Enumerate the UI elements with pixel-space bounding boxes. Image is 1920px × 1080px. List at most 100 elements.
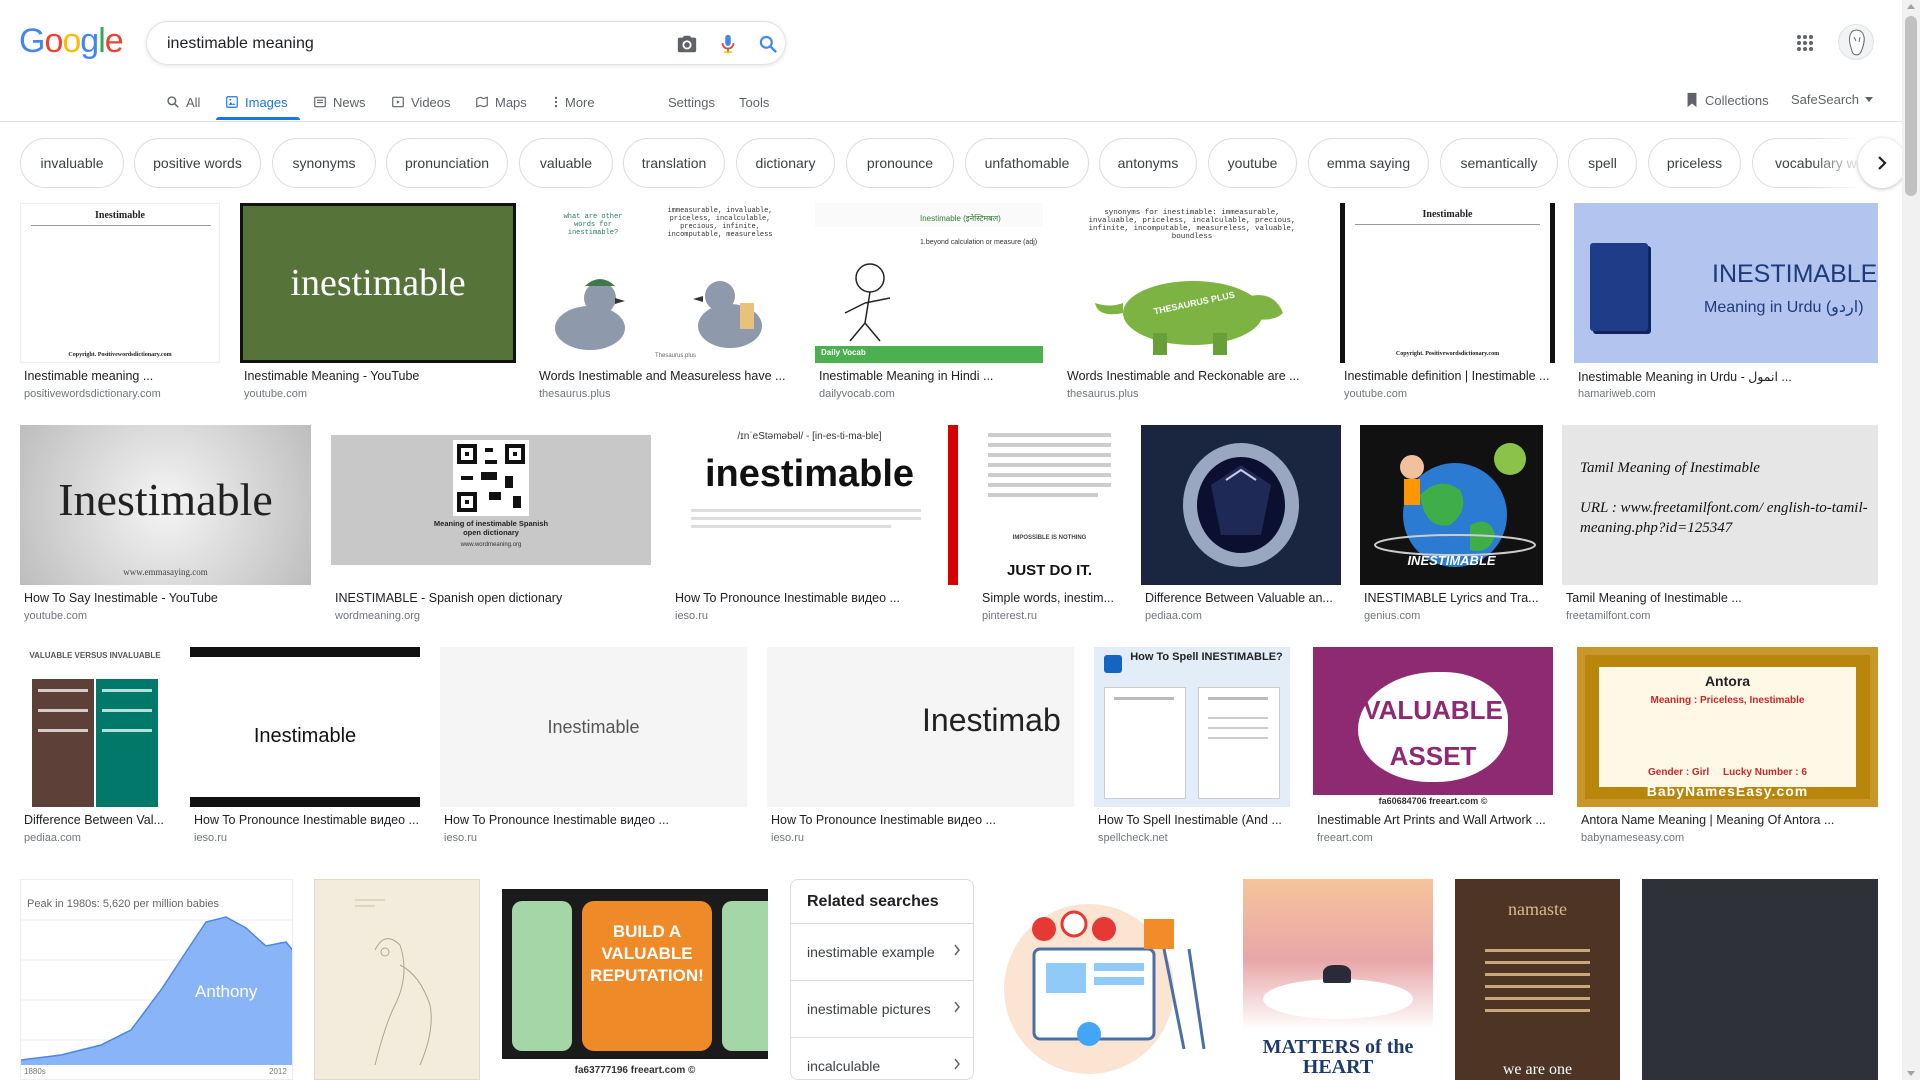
related-search-item[interactable]: inestimable example — [791, 923, 973, 979]
related-search-item[interactable]: inestimable pictures — [791, 980, 973, 1036]
tab-all[interactable]: All — [166, 92, 200, 112]
result-thumbnail: Inestimab — [767, 647, 1074, 807]
image-result[interactable]: Antora Meaning : Priceless, Inestimable … — [1577, 647, 1878, 847]
search-tabs: All Images News Videos Maps More Setting… — [0, 82, 1920, 122]
chip[interactable]: spell — [1568, 138, 1637, 188]
qr-code — [453, 440, 529, 516]
image-result[interactable]: synonyms for inestimable: immeasurable, … — [1063, 203, 1321, 403]
chip[interactable]: emma saying — [1308, 138, 1429, 188]
scroll-up-arrow-icon[interactable] — [1907, 4, 1915, 9]
chip[interactable]: positive words — [134, 138, 261, 188]
sketch-illustration — [355, 899, 432, 1066]
chips-next-button[interactable] — [1858, 138, 1906, 188]
thumb-text: immeasurable, invaluable, priceless, inc… — [667, 207, 773, 239]
image-result[interactable]: INESTIMABLE Meaning in Urdu (اردو) Inest… — [1574, 203, 1878, 403]
result-title: Inestimable Meaning in Hindi ... — [819, 369, 994, 383]
tab-maps[interactable]: Maps — [475, 92, 527, 112]
image-result[interactable] — [1642, 879, 1878, 1080]
chip[interactable]: invaluable — [20, 138, 124, 188]
mic-icon[interactable] — [716, 32, 740, 56]
chip[interactable]: dictionary — [736, 138, 835, 188]
camera-icon[interactable] — [675, 32, 699, 56]
result-thumbnail: Inestimable Copyright. Positivewordsdict… — [1340, 203, 1555, 363]
thumb-text: Inestimable — [1422, 209, 1473, 220]
image-result[interactable]: VALUABLE VERSUS INVALUABLE Difference Be… — [20, 647, 170, 847]
image-result[interactable]: /ɪnˈeStəməbəl/ - [in-es-ti-ma-ble] inest… — [671, 425, 958, 625]
result-source: ieso.ru — [771, 832, 805, 844]
result-title: How To Say Inestimable - YouTube — [24, 591, 218, 605]
chip[interactable]: translation — [623, 138, 725, 188]
result-thumbnail — [1141, 425, 1341, 585]
thumb-text: Peak in 1980s: 5,620 per million babies — [27, 898, 220, 910]
image-result[interactable]: INESTIMABLE INESTIMABLE Lyrics and Tra..… — [1360, 425, 1543, 625]
chip[interactable]: pronunciation — [386, 138, 508, 188]
image-result[interactable] — [994, 879, 1222, 1080]
result-source: positivewordsdictionary.com — [24, 388, 161, 400]
google-logo[interactable]: Google — [19, 22, 124, 61]
chip[interactable]: valuable — [519, 138, 613, 188]
tab-images[interactable]: Images — [225, 92, 288, 112]
sapphire-ring-illustration — [1183, 443, 1299, 567]
result-thumbnail — [314, 879, 480, 1080]
image-result[interactable]: Inestimable (इनेस्टिमबल) 1.beyond calcul… — [815, 203, 1043, 403]
tab-more[interactable]: More — [553, 92, 595, 112]
image-result[interactable]: Inestimable How To Pronounce Inestimable… — [190, 647, 420, 847]
image-result[interactable]: Inestimable How To Pronounce Inestimable… — [440, 647, 747, 847]
image-result[interactable]: Meaning of inestimable Spanish open dict… — [331, 425, 651, 625]
result-thumbnail: Meaning of inestimable Spanish open dict… — [331, 425, 651, 585]
search-icon[interactable] — [756, 32, 780, 56]
result-title: Inestimable Meaning - YouTube — [244, 369, 420, 383]
chip[interactable]: antonyms — [1099, 138, 1197, 188]
image-result[interactable]: Tamil Meaning of Inestimable URL : www.f… — [1562, 425, 1878, 625]
logo-letter: G — [19, 22, 45, 60]
scrollbar-thumb[interactable] — [1905, 16, 1917, 196]
image-result[interactable]: Difference Between Valuable an... pediaa… — [1141, 425, 1341, 625]
chip[interactable]: semantically — [1440, 138, 1558, 188]
search-input[interactable] — [167, 32, 637, 56]
caret-down-icon — [1864, 96, 1873, 102]
image-result[interactable]: inestimable Inestimable Meaning - YouTub… — [240, 203, 516, 403]
image-result[interactable]: Inestimable www.emmasaying.com How To Sa… — [20, 425, 311, 625]
related-search-item[interactable]: incalculable — [791, 1037, 973, 1079]
image-result[interactable]: MATTERS of the HEART — [1243, 879, 1433, 1080]
active-tab-indicator — [216, 117, 300, 120]
scroll-down-arrow-icon[interactable] — [1907, 1071, 1915, 1076]
avatar[interactable] — [1838, 24, 1874, 60]
image-result[interactable]: IMPOSSIBLE IS NOTHING JUST DO IT. Simple… — [978, 425, 1121, 625]
chip[interactable]: priceless — [1648, 138, 1741, 188]
image-result[interactable]: Inestimable Copyright. Positivewordsdict… — [1340, 203, 1555, 403]
chip[interactable]: youtube — [1208, 138, 1297, 188]
tab-videos[interactable]: Videos — [391, 92, 451, 112]
thumb-text: 1.beyond calculation or measure (adj) — [920, 239, 1038, 246]
image-result[interactable]: what are other words for inestimable? im… — [535, 203, 795, 403]
chip[interactable]: pronounce — [846, 138, 954, 188]
collections-label: Collections — [1705, 92, 1769, 108]
tools-link[interactable]: Tools — [739, 92, 769, 112]
result-thumbnail: MATTERS of the HEART — [1243, 879, 1433, 1080]
thumb-text: Gender : Girl Lucky Number : 6 — [1648, 767, 1807, 778]
image-result[interactable] — [314, 879, 480, 1080]
chip[interactable]: unfathomable — [965, 138, 1089, 188]
safesearch-dropdown[interactable]: SafeSearch — [1791, 92, 1873, 107]
chip[interactable]: synonyms — [272, 138, 376, 188]
image-result[interactable]: How To Spell INESTIMABLE? How To Spell I… — [1094, 647, 1290, 847]
result-title: How To Pronounce Inestimable видео ... — [675, 591, 900, 605]
image-result[interactable]: Inestimab How To Pronounce Inestimable в… — [767, 647, 1074, 847]
image-result[interactable]: namaste we are one — [1455, 879, 1620, 1080]
collections-link[interactable]: Collections — [1685, 92, 1769, 108]
image-result[interactable]: BUILD A VALUABLE REPUTATION! fa63777196 … — [502, 879, 768, 1080]
image-result[interactable]: Peak in 1980s: 5,620 per million babies … — [20, 879, 293, 1080]
map-icon — [476, 96, 488, 108]
settings-link[interactable]: Settings — [668, 92, 715, 112]
page-scrollbar[interactable] — [1902, 0, 1920, 1080]
tab-news[interactable]: News — [313, 92, 366, 112]
image-result[interactable]: VALUABLE ASSET fa60684706 freeart.com © … — [1313, 647, 1553, 847]
thumb-text: Meaning : Priceless, Inestimable — [1650, 695, 1805, 706]
thumb-text: www.wordmeaning.org — [460, 542, 522, 548]
result-title: How To Spell Inestimable (And ... — [1098, 813, 1282, 827]
result-thumbnail: inestimable — [240, 203, 516, 363]
search-icon — [167, 96, 179, 108]
result-thumbnail: Inestimable (इनेस्टिमबल) 1.beyond calcul… — [815, 203, 1043, 363]
apps-grid-icon[interactable] — [1793, 31, 1817, 55]
image-result[interactable]: Inestimable Copyright. Positivewordsdict… — [20, 203, 220, 403]
